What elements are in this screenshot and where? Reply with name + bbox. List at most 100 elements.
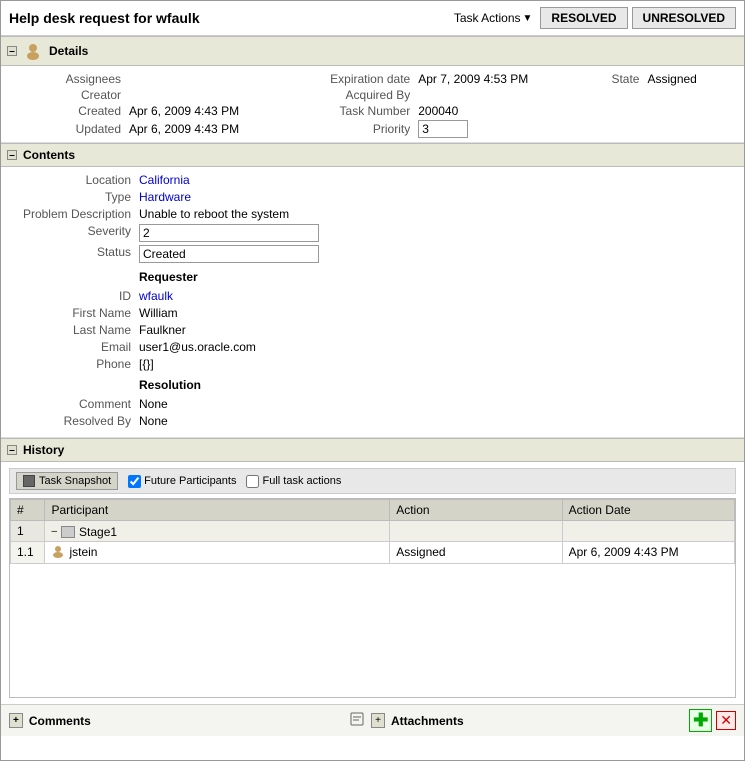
lastname-label: Last Name — [9, 323, 139, 337]
firstname-label: First Name — [9, 306, 139, 320]
stage-icon — [61, 526, 75, 538]
contents-section-header: – Contents — [1, 143, 744, 167]
priority-label: Priority — [278, 122, 418, 136]
col-participant: Participant — [45, 500, 390, 521]
attachments-expand-icon[interactable]: + — [371, 713, 385, 728]
assignees-label: Assignees — [9, 72, 129, 86]
snapshot-label: Task Snapshot — [39, 475, 111, 487]
details-toggle[interactable]: – — [7, 46, 17, 56]
details-section: Assignees Expiration date Apr 7, 2009 4:… — [1, 66, 744, 143]
details-section-header: – Details — [1, 36, 744, 66]
stage-expand-icon[interactable]: – — [51, 526, 57, 537]
tasknum-value: 200040 — [418, 104, 567, 118]
history-toggle[interactable]: – — [7, 445, 17, 455]
row-action-1 — [390, 521, 562, 542]
history-section-header: – History — [1, 438, 744, 462]
severity-row: Severity 2 — [9, 224, 736, 242]
expiration-label: Expiration date — [278, 72, 418, 86]
status-value: Created — [139, 245, 319, 263]
remove-button[interactable]: ✕ — [716, 711, 736, 730]
details-label: Details — [49, 44, 88, 58]
acquired-label: Acquired By — [278, 88, 418, 102]
status-input[interactable]: Created — [139, 245, 319, 263]
history-section: Task Snapshot Future Participants Full t… — [1, 462, 744, 704]
type-value[interactable]: Hardware — [139, 190, 191, 204]
history-label: History — [23, 443, 64, 457]
contents-label: Contents — [23, 148, 75, 162]
priority-input[interactable]: 3 — [418, 120, 468, 138]
row-date-1 — [562, 521, 734, 542]
row-num-1: 1 — [11, 521, 45, 542]
header-actions: Task Actions ▼ RESOLVED UNRESOLVED — [454, 7, 736, 29]
stage-name: Stage1 — [79, 525, 117, 539]
comment-row: Comment None — [9, 397, 736, 411]
history-table-header: # Participant Action Action Date — [11, 500, 735, 521]
comments-section: + Comments — [9, 713, 349, 728]
details-grid: Assignees Expiration date Apr 7, 2009 4:… — [9, 72, 736, 138]
status-row: Status Created — [9, 245, 736, 263]
firstname-row: First Name William — [9, 306, 736, 320]
page-title: Help desk request for wfaulk — [9, 10, 200, 26]
requester-row: Requester — [9, 266, 736, 286]
email-label: Email — [9, 340, 139, 354]
resolvedby-row: Resolved By None — [9, 414, 736, 428]
severity-label: Severity — [9, 224, 139, 238]
row-participant-1-1: jstein — [45, 541, 390, 563]
history-table-container: # Participant Action Action Date 1 – Sta… — [9, 498, 736, 698]
task-snapshot-button[interactable]: Task Snapshot — [16, 472, 118, 490]
requester-heading: Requester — [139, 270, 198, 284]
future-participants-check[interactable]: Future Participants — [128, 475, 236, 488]
state-label: State — [567, 72, 647, 86]
future-participants-label: Future Participants — [144, 475, 236, 487]
phone-label: Phone — [9, 357, 139, 371]
resolution-row: Resolution — [9, 374, 736, 394]
task-actions-label: Task Actions — [454, 11, 521, 25]
future-participants-checkbox[interactable] — [128, 475, 141, 488]
created-value: Apr 6, 2009 4:43 PM — [129, 104, 278, 118]
id-value[interactable]: wfaulk — [139, 289, 173, 303]
full-task-actions-check[interactable]: Full task actions — [246, 475, 341, 488]
id-label: ID — [9, 289, 139, 303]
email-value: user1@us.oracle.com — [139, 340, 256, 354]
priority-value: 3 — [418, 120, 567, 138]
location-row: Location California — [9, 173, 736, 187]
resolved-button[interactable]: RESOLVED — [540, 7, 627, 29]
row-participant-1: – Stage1 — [45, 521, 390, 542]
col-num: # — [11, 500, 45, 521]
contents-toggle[interactable]: – — [7, 150, 17, 160]
footer-actions: ✚ ✕ — [689, 709, 736, 732]
page-footer: + Comments + Attachments ✚ ✕ — [1, 704, 744, 736]
comments-expand-icon[interactable]: + — [9, 713, 23, 728]
lastname-value: Faulkner — [139, 323, 186, 337]
attachments-label: Attachments — [391, 714, 464, 728]
row-num-1-1: 1.1 — [11, 541, 45, 563]
page-header: Help desk request for wfaulk Task Action… — [1, 1, 744, 36]
updated-label: Updated — [9, 122, 129, 136]
phone-row: Phone [{}] — [9, 357, 736, 371]
comment-label: Comment — [9, 397, 139, 411]
add-button[interactable]: ✚ — [689, 709, 712, 732]
creator-label: Creator — [9, 88, 129, 102]
lastname-row: Last Name Faulkner — [9, 323, 736, 337]
severity-value: 2 — [139, 224, 319, 242]
person-name: jstein — [69, 545, 97, 559]
full-task-actions-checkbox[interactable] — [246, 475, 259, 488]
problem-label: Problem Description — [9, 207, 139, 221]
history-toolbar: Task Snapshot Future Participants Full t… — [9, 468, 736, 494]
row-action-1-1: Assigned — [390, 541, 562, 563]
table-row: 1 – Stage1 — [11, 521, 735, 542]
task-actions-menu[interactable]: Task Actions ▼ — [454, 11, 533, 25]
person-icon — [51, 544, 65, 561]
problem-row: Problem Description Unable to reboot the… — [9, 207, 736, 221]
type-label: Type — [9, 190, 139, 204]
comments-label: Comments — [29, 714, 91, 728]
resolvedby-label: Resolved By — [9, 414, 139, 428]
unresolved-button[interactable]: UNRESOLVED — [632, 7, 736, 29]
severity-input[interactable]: 2 — [139, 224, 319, 242]
expiration-value: Apr 7, 2009 4:53 PM — [418, 72, 567, 86]
firstname-value: William — [139, 306, 178, 320]
snapshot-icon — [23, 475, 35, 487]
location-value[interactable]: California — [139, 173, 190, 187]
history-table: # Participant Action Action Date 1 – Sta… — [10, 499, 735, 564]
resolvedby-value: None — [139, 414, 168, 428]
